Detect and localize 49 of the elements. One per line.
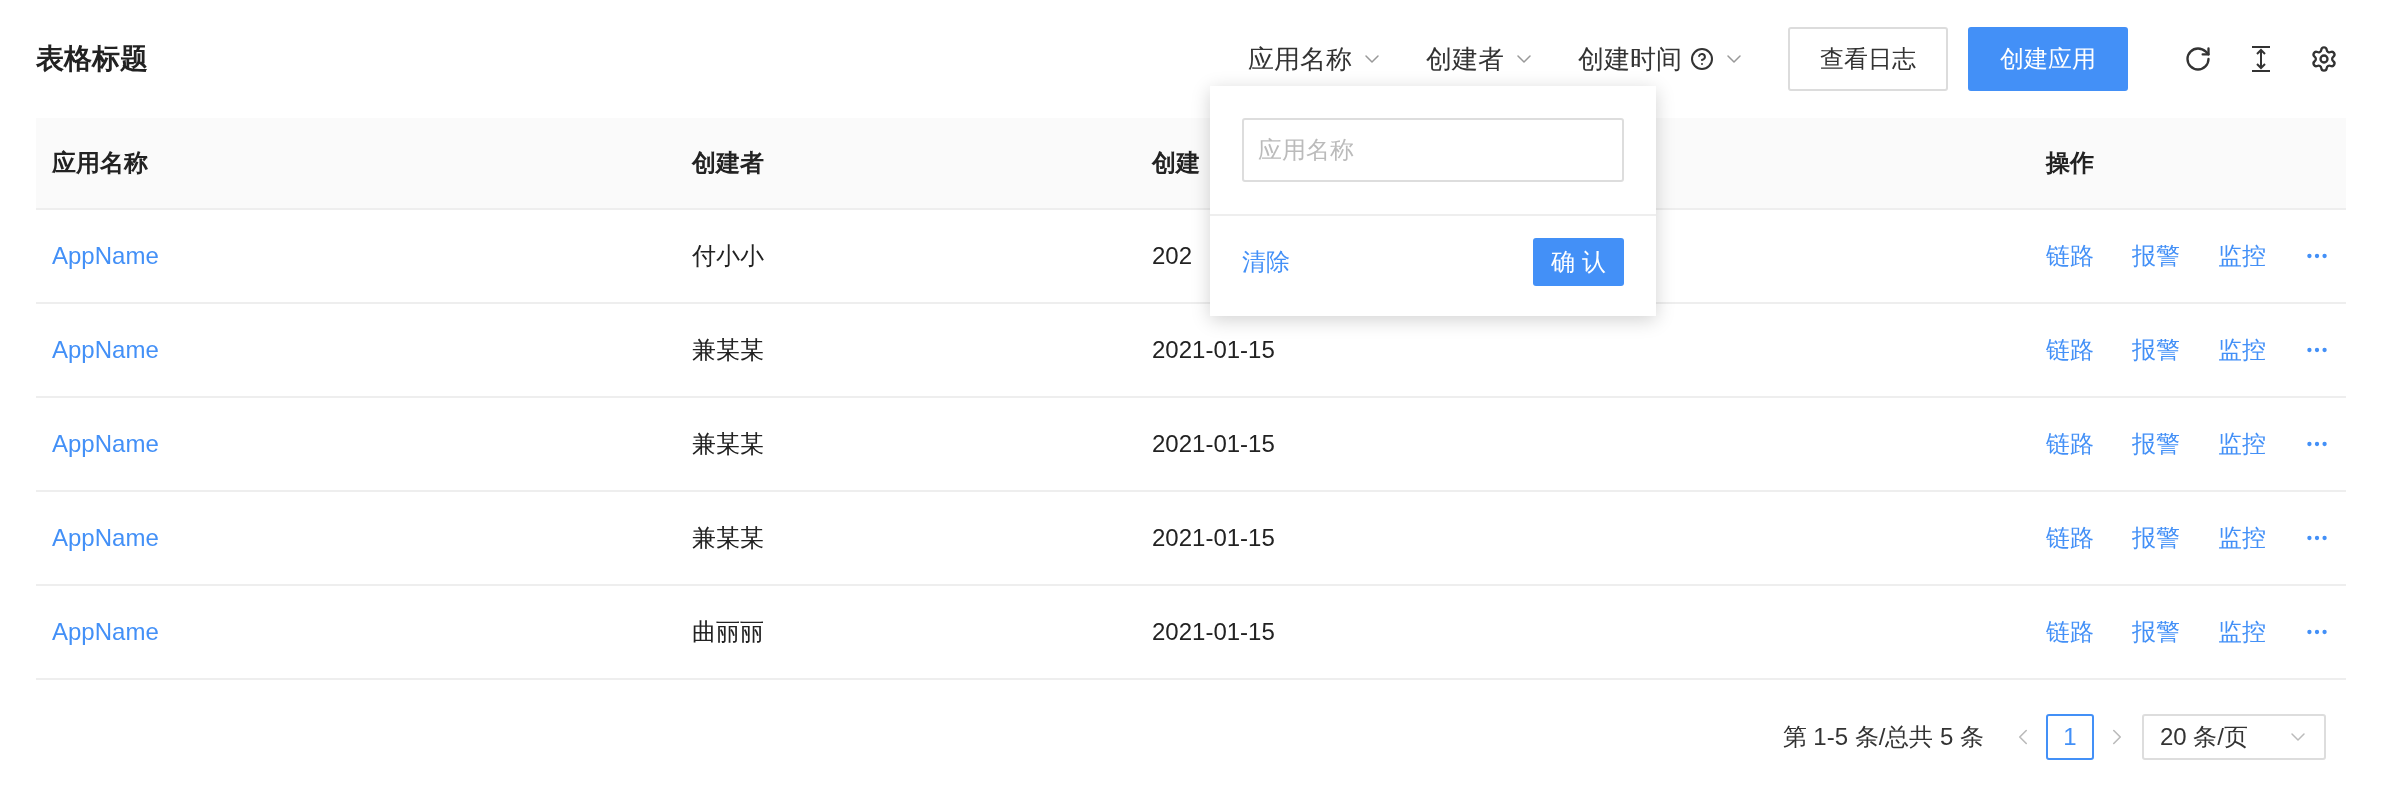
action-link[interactable]: 监控 [2218, 428, 2266, 460]
app-name-link[interactable]: AppName [52, 430, 159, 458]
action-link[interactable]: 监控 [2218, 522, 2266, 554]
settings-icon[interactable] [2310, 45, 2338, 73]
table-cell-text: 兼某某 [692, 523, 764, 553]
filter-dropdown[interactable]: 创建者 [1426, 41, 1536, 77]
app-name-link[interactable]: AppName [52, 524, 159, 552]
action-link[interactable]: 报警 [2132, 522, 2180, 554]
action-link[interactable]: 监控 [2218, 240, 2266, 272]
action-link[interactable]: 监控 [2218, 334, 2266, 366]
app-name-link[interactable]: AppName [52, 618, 159, 646]
clear-link[interactable]: 清除 [1242, 246, 1290, 278]
action-link[interactable]: 链路 [2046, 616, 2094, 648]
table-cell: 2021-01-15 [1152, 524, 1275, 552]
view-log-button[interactable]: 查看日志 [1788, 27, 1948, 91]
column-header: 操作 [2046, 148, 2094, 178]
table-cell-text: 兼某某 [692, 335, 764, 365]
table-cell: 2021-01-15 [1152, 336, 1275, 364]
app-name-link[interactable]: AppName [52, 242, 159, 270]
filter-input[interactable]: 应用名称 [1242, 118, 1624, 182]
action-link[interactable]: 报警 [2132, 428, 2180, 460]
action-link[interactable]: 报警 [2132, 240, 2180, 272]
action-link[interactable]: 链路 [2046, 428, 2094, 460]
table-title: 表格标题 [36, 42, 149, 76]
refresh-icon[interactable] [2184, 45, 2212, 73]
column-header: 创建 [1152, 148, 1200, 178]
filter-dropdown[interactable]: 应用名称 [1248, 41, 1384, 77]
action-link[interactable]: 报警 [2132, 334, 2180, 366]
action-link[interactable]: 链路 [2046, 334, 2094, 366]
action-link[interactable]: 报警 [2132, 616, 2180, 648]
table-cell-text: 曲丽丽 [692, 617, 764, 647]
table-cell-text: 兼某某 [692, 429, 764, 459]
action-link[interactable]: 链路 [2046, 522, 2094, 554]
table-cell: 202 [1152, 242, 1193, 270]
table-cell: 2021-01-15 [1152, 430, 1275, 458]
table-cell: 2021-01-15 [1152, 618, 1275, 646]
column-header: 应用名称 [52, 148, 148, 178]
app-name-link[interactable]: AppName [52, 336, 159, 364]
pagination-summary: 第 1-5 条/总共 5 条 [1782, 722, 1984, 752]
create-app-button[interactable]: 创建应用 [1968, 27, 2128, 91]
table-cell-text: 付小小 [692, 241, 764, 271]
action-link[interactable]: 链路 [2046, 240, 2094, 272]
page-size-select[interactable]: 20 条/页 [2142, 714, 2326, 760]
page-button[interactable]: 1 [2046, 714, 2094, 760]
confirm-button[interactable]: 确 认 [1533, 238, 1624, 286]
filter-dropdown[interactable]: 创建时间 [1578, 41, 1746, 77]
help-icon [1690, 47, 1714, 71]
column-header: 创建者 [692, 148, 764, 178]
action-link[interactable]: 监控 [2218, 616, 2266, 648]
